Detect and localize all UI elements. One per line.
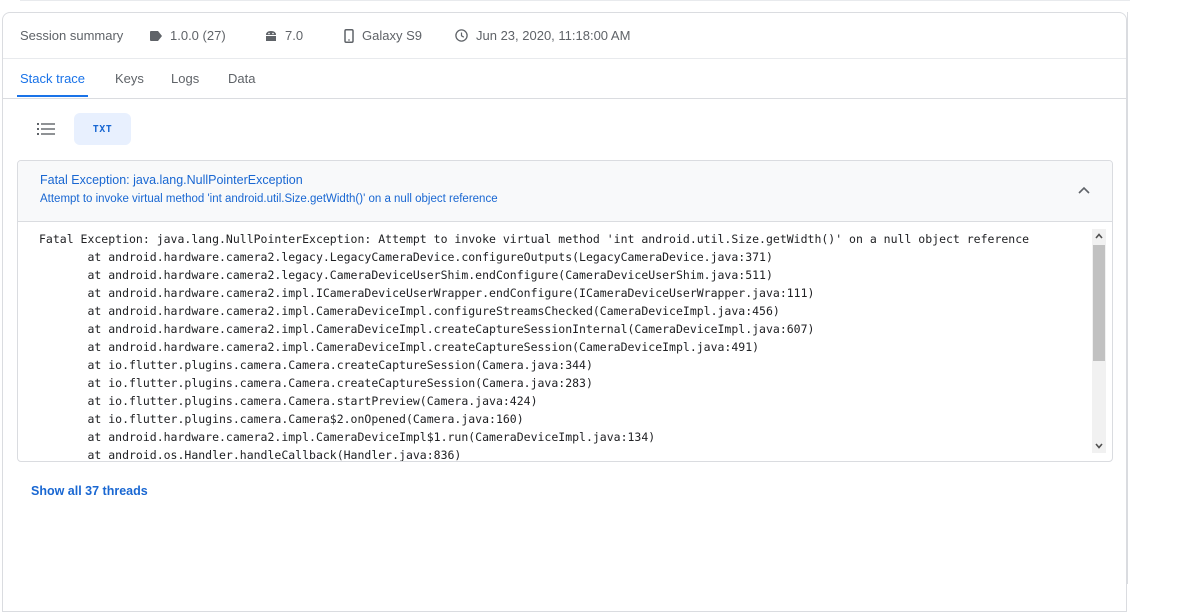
app-version: 1.0.0 (27) — [150, 28, 226, 43]
list-view-button[interactable] — [31, 113, 61, 145]
timestamp-label: Jun 23, 2020, 11:18:00 AM — [476, 28, 631, 43]
stack-trace-line: at android.os.Handler.handleCallback(Han… — [39, 448, 462, 461]
exception-title: Fatal Exception: java.lang.NullPointerEx… — [40, 173, 303, 187]
app-version-label: 1.0.0 (27) — [170, 28, 226, 43]
show-all-threads-link[interactable]: Show all 37 threads — [31, 484, 148, 498]
session-summary-title: Session summary — [20, 28, 124, 43]
stack-trace-body: Fatal Exception: java.lang.NullPointerEx… — [18, 221, 1090, 461]
scroll-up-icon[interactable] — [1092, 229, 1106, 243]
stack-trace-line: at android.hardware.camera2.impl.CameraD… — [39, 430, 656, 444]
stack-trace-text: Fatal Exception: java.lang.NullPointerEx… — [39, 230, 1029, 461]
tab-keys[interactable]: Keys — [115, 71, 144, 86]
crash-timestamp: Jun 23, 2020, 11:18:00 AM — [455, 28, 630, 43]
device-model: Galaxy S9 — [344, 28, 422, 43]
scrollbar-thumb[interactable] — [1093, 245, 1105, 361]
stack-trace-line: at android.hardware.camera2.impl.ICamera… — [39, 286, 815, 300]
stack-trace-line: at android.hardware.camera2.impl.CameraD… — [39, 304, 780, 318]
tab-data[interactable]: Data — [228, 71, 255, 86]
txt-view-button[interactable]: TXT — [74, 113, 131, 145]
chevron-up-icon — [1078, 186, 1090, 194]
android-version: 7.0 — [265, 28, 303, 43]
session-summary-bar: Session summary 1.0.0 (27) 7.0 Galaxy S9… — [3, 13, 1126, 59]
stack-trace-line: at android.hardware.camera2.legacy.Legac… — [39, 250, 773, 264]
stack-trace-scrollbar[interactable] — [1092, 229, 1106, 453]
exception-header[interactable]: Fatal Exception: java.lang.NullPointerEx… — [18, 161, 1112, 222]
android-version-label: 7.0 — [285, 28, 304, 43]
phone-icon — [344, 28, 354, 43]
stack-trace-line: Fatal Exception: java.lang.NullPointerEx… — [39, 232, 1030, 246]
right-divider — [1127, 12, 1128, 584]
device-model-label: Galaxy S9 — [362, 28, 422, 43]
tab-bar: Stack trace Keys Logs Data — [3, 58, 1126, 99]
active-tab-indicator — [17, 95, 88, 97]
stack-trace-line: at io.flutter.plugins.camera.Camera.crea… — [39, 358, 593, 372]
stack-trace-line: at io.flutter.plugins.camera.Camera$2.on… — [39, 412, 524, 426]
tab-logs[interactable]: Logs — [171, 71, 199, 86]
stack-trace-line: at android.hardware.camera2.legacy.Camer… — [39, 268, 773, 282]
collapse-button[interactable] — [1078, 181, 1090, 199]
clock-icon — [455, 29, 468, 42]
stack-trace-panel: Fatal Exception: java.lang.NullPointerEx… — [17, 160, 1113, 462]
stack-trace-line: at io.flutter.plugins.camera.Camera.star… — [39, 394, 538, 408]
stack-trace-line: at android.hardware.camera2.impl.CameraD… — [39, 340, 760, 354]
tab-stack-trace[interactable]: Stack trace — [20, 71, 85, 86]
tag-icon — [150, 30, 162, 41]
session-card: Session summary 1.0.0 (27) 7.0 Galaxy S9… — [2, 12, 1127, 612]
stack-trace-line: at io.flutter.plugins.camera.Camera.crea… — [39, 376, 593, 390]
android-icon — [266, 31, 276, 41]
list-icon — [37, 123, 55, 135]
exception-message: Attempt to invoke virtual method 'int an… — [40, 193, 498, 205]
scroll-down-icon[interactable] — [1092, 439, 1106, 453]
stack-trace-line: at android.hardware.camera2.impl.CameraD… — [39, 322, 815, 336]
